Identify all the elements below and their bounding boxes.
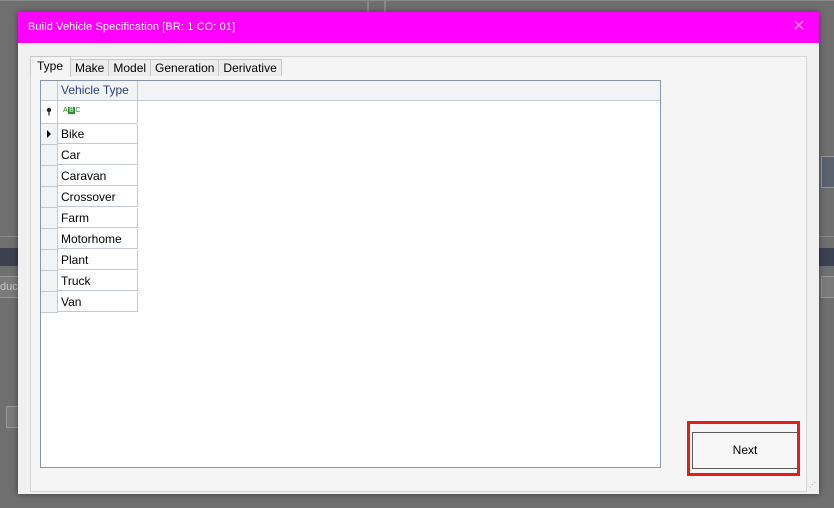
vehicle-type-filter-input[interactable]: ABC — [58, 101, 138, 123]
bg-strip-left — [0, 248, 18, 266]
table-row[interactable]: Car — [41, 145, 138, 166]
vehicle-type-cell[interactable]: Car — [58, 145, 138, 165]
vehicle-type-cell[interactable]: Bike — [58, 124, 138, 144]
column-header-vehicle-type[interactable]: Vehicle Type — [58, 81, 138, 100]
title-bar[interactable]: Build Vehicle Specification [BR: 1 CO: 0… — [18, 12, 819, 43]
bg-strip-right — [819, 248, 834, 266]
tab-type[interactable]: Type — [30, 56, 72, 77]
row-indicator[interactable] — [41, 250, 58, 271]
bg-top-border — [0, 0, 834, 1]
auto-filter-row: ABC — [41, 101, 138, 124]
close-icon: ✕ — [792, 18, 806, 35]
resize-grip-icon[interactable]: ⋰ — [809, 482, 817, 492]
tab-derivative[interactable]: Derivative — [218, 59, 282, 76]
tab-make[interactable]: Make — [70, 59, 110, 76]
vehicle-type-cell[interactable]: Crossover — [58, 187, 138, 207]
abc-filter-icon: ABC — [63, 107, 81, 114]
filter-row-indicator — [41, 101, 58, 123]
bg-button-right — [821, 156, 834, 188]
bg-input-right — [821, 276, 834, 298]
row-indicator[interactable] — [41, 271, 58, 292]
row-indicator[interactable] — [41, 166, 58, 187]
tab-generation[interactable]: Generation — [150, 59, 220, 76]
build-vehicle-dialog: Build Vehicle Specification [BR: 1 CO: 0… — [18, 12, 819, 494]
vehicle-type-grid[interactable]: Vehicle Type ABC Bike Car Caravan Crossover… — [40, 80, 661, 468]
vehicle-type-cell[interactable]: Van — [58, 292, 138, 312]
window-title: Build Vehicle Specification [BR: 1 CO: 0… — [28, 21, 236, 33]
current-row-arrow-icon — [47, 130, 51, 138]
bg-divider-h — [0, 236, 18, 237]
vehicle-type-cell[interactable]: Truck — [58, 271, 138, 291]
next-button[interactable]: Next — [692, 432, 798, 469]
bg-divider — [384, 0, 386, 12]
pin-icon — [46, 107, 52, 116]
row-indicator[interactable] — [41, 124, 58, 145]
close-button[interactable]: ✕ — [789, 17, 809, 37]
bg-divider-h — [819, 236, 834, 237]
tab-strip: Type Make Model Generation Derivative — [30, 56, 282, 77]
tab-model[interactable]: Model — [108, 59, 152, 76]
table-row[interactable]: Van — [41, 292, 138, 313]
vehicle-type-cell[interactable]: Plant — [58, 250, 138, 270]
table-row[interactable]: Truck — [41, 271, 138, 292]
row-indicator[interactable] — [41, 187, 58, 208]
vehicle-type-cell[interactable]: Caravan — [58, 166, 138, 186]
vehicle-type-cell[interactable]: Farm — [58, 208, 138, 228]
table-row[interactable]: Bike — [41, 124, 138, 145]
table-row[interactable]: Plant — [41, 250, 138, 271]
row-indicator[interactable] — [41, 229, 58, 250]
table-row[interactable]: Crossover — [41, 187, 138, 208]
table-row[interactable]: Caravan — [41, 166, 138, 187]
table-row[interactable]: Motorhome — [41, 229, 138, 250]
header-indicator-cell — [41, 81, 58, 100]
grid-header: Vehicle Type — [41, 81, 660, 101]
vehicle-type-cell[interactable]: Motorhome — [58, 229, 138, 249]
row-indicator[interactable] — [41, 292, 58, 313]
table-row[interactable]: Farm — [41, 208, 138, 229]
row-indicator[interactable] — [41, 208, 58, 229]
bg-partial-text: duc — [0, 281, 18, 293]
row-indicator[interactable] — [41, 145, 58, 166]
bg-divider — [367, 0, 369, 12]
